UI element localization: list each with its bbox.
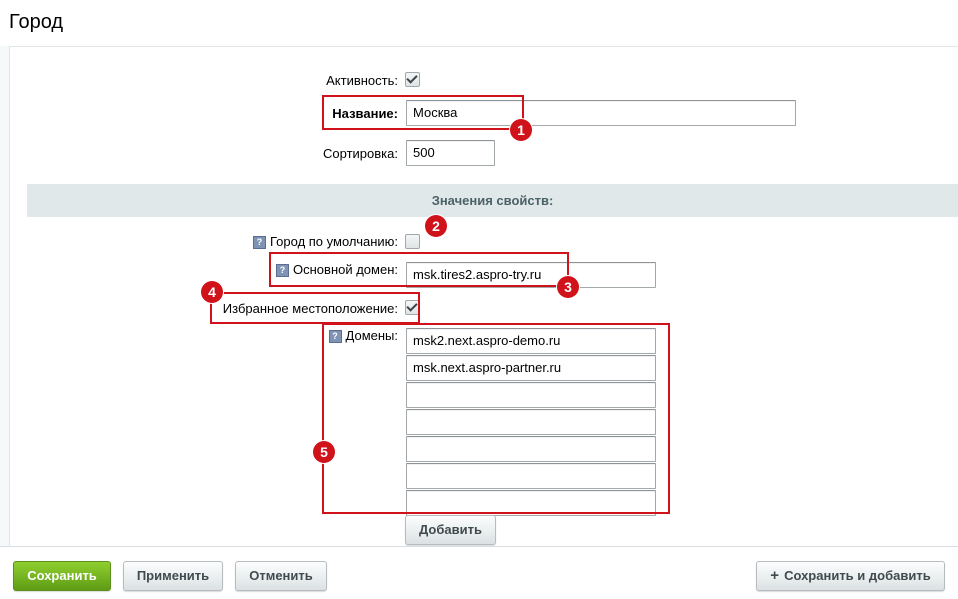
sort-input[interactable]: 500 (406, 140, 495, 166)
default-city-checkbox[interactable] (405, 234, 420, 249)
active-label: Активность: (326, 73, 398, 88)
default-city-label-row: ? Город по умолчанию: (200, 234, 398, 249)
annotation-box-5 (322, 323, 670, 514)
title-bar: Город (0, 0, 958, 46)
default-city-label: Город по умолчанию: (270, 234, 398, 249)
active-checkbox[interactable] (405, 72, 420, 87)
annotation-marker-1: 1 (510, 119, 532, 141)
sort-label: Сортировка: (323, 146, 398, 161)
apply-button[interactable]: Применить (123, 561, 223, 591)
add-domain-button[interactable]: Добавить (405, 515, 496, 545)
annotation-box-3 (269, 252, 569, 287)
annotation-marker-3: 3 (557, 276, 579, 298)
cancel-button[interactable]: Отменить (235, 561, 327, 591)
properties-section-title: Значения свойств: (27, 184, 958, 217)
annotation-box-4 (210, 292, 420, 324)
help-icon[interactable]: ? (253, 236, 266, 249)
annotation-marker-4: 4 (201, 281, 223, 303)
annotation-marker-2: 2 (425, 215, 447, 237)
save-and-add-button[interactable]: + Сохранить и добавить (756, 561, 945, 591)
plus-icon: + (770, 567, 780, 584)
save-and-add-label: Сохранить и добавить (784, 568, 931, 583)
annotation-box-1 (322, 95, 524, 130)
page-title: Город (9, 11, 64, 33)
annotation-marker-5: 5 (313, 441, 335, 463)
save-button[interactable]: Сохранить (13, 561, 111, 591)
